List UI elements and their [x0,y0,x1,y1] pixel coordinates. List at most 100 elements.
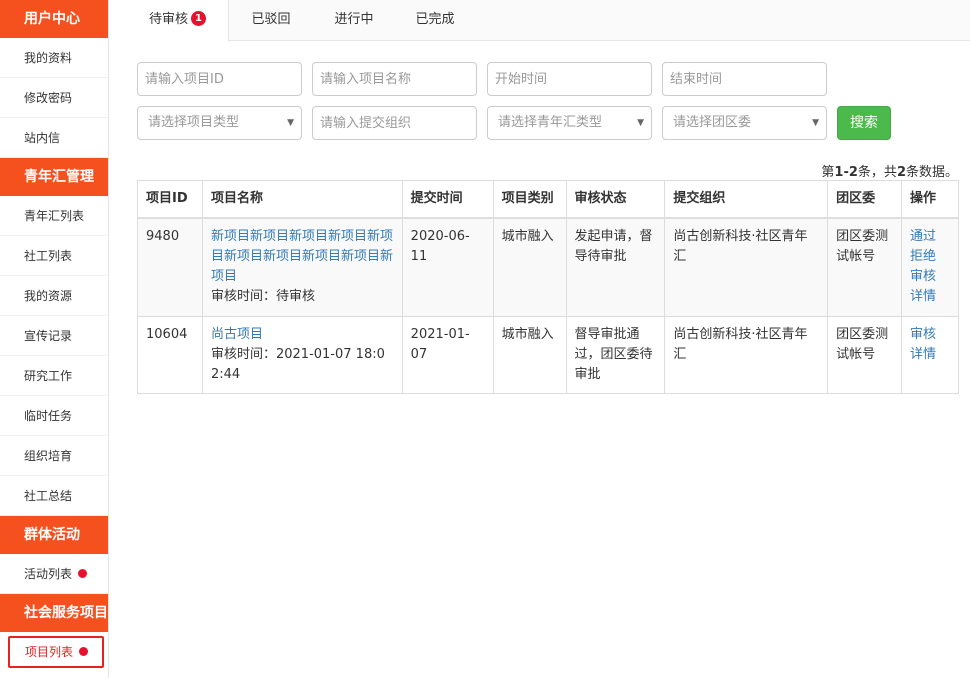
sidebar-item-label: 项目列表 [25,645,74,659]
sidebar-section-user-center: 用户中心 [0,0,108,38]
table-row: 10604 尚古项目 审核时间：2021-01-07 18:02:44 2021… [137,315,959,394]
sidebar-item-inbox[interactable]: 站内信 [0,118,108,158]
select-value: 请选择项目类型 [148,115,240,130]
notification-dot [79,647,89,656]
project-name-link[interactable]: 尚古项目 [211,325,394,345]
caret-down-icon: ▼ [287,118,294,128]
summary-range: 1-2 [834,165,858,180]
tab-rejected[interactable]: 已驳回 [229,0,313,41]
submit-org-input[interactable] [312,106,477,140]
cell-id: 10604 [137,315,203,394]
col-header-org[interactable]: 提交组织 [664,180,829,219]
select-value: 请选择青年汇类型 [498,115,603,130]
tab-in-progress[interactable]: 进行中 [313,0,395,41]
sidebar-item-label: 站内信 [24,131,61,145]
sidebar-item-label: 我的资料 [24,51,73,65]
table-header-row: 项目ID 项目名称 提交时间 项目类别 审核状态 提交组织 团区委 操作 [137,180,959,219]
select-value: 请选择团区委 [673,115,752,130]
table-row: 9480 新项目新项目新项目新项目新项目新项目新项目新项目新项目新项目 审核时间… [137,217,959,317]
sidebar-item-worker-summary[interactable]: 社工总结 [0,476,108,516]
cell-name: 新项目新项目新项目新项目新项目新项目新项目新项目新项目新项目 审核时间：待审核 [201,217,403,317]
sidebar-item-label: 宣传记录 [24,329,73,343]
cell-ops: 审核 详情 [901,315,959,394]
sidebar-item-temp-tasks[interactable]: 临时任务 [0,396,108,436]
tab-label: 待审核 [148,12,188,27]
summary-prefix: 第 [821,165,835,180]
summary-middle: 条，共 [857,165,897,180]
col-header-id[interactable]: 项目ID [137,180,203,219]
sidebar-item-social-worker-list[interactable]: 社工列表 [0,236,108,276]
project-id-input[interactable] [137,62,302,96]
sidebar-item-label: 社工总结 [24,489,73,503]
detail-link[interactable]: 详情 [910,287,950,307]
cell-org: 尚古创新科技·社区青年汇 [664,217,829,317]
status-tabs: 待审核 1 已驳回 进行中 已完成 [127,0,970,42]
cell-submit-time: 2021-01-07 [401,315,494,394]
cell-league: 团区委测试帐号 [827,315,903,394]
sidebar-section-group-activities: 群体活动 [0,516,108,554]
col-header-league[interactable]: 团区委 [827,180,903,219]
sidebar-item-publicity-records[interactable]: 宣传记录 [0,316,108,356]
col-header-name[interactable]: 项目名称 [201,180,403,219]
start-time-input[interactable] [487,62,652,96]
project-type-select[interactable]: 请选择项目类型 ▼ [137,106,302,140]
league-committee-select[interactable]: 请选择团区委 ▼ [662,106,827,140]
review-link[interactable]: 审核 [910,267,950,287]
result-summary: 第1-2条，共2条数据。 [821,161,958,180]
sidebar-item-org-cultivation[interactable]: 组织培育 [0,436,108,476]
col-header-submit-time[interactable]: 提交时间 [401,180,494,219]
project-name-input[interactable] [312,62,477,96]
sidebar-item-label: 社工列表 [24,249,73,263]
cell-status: 发起申请，督导待审批 [565,217,666,317]
cell-name: 尚古项目 审核时间：2021-01-07 18:02:44 [201,315,403,394]
page: 用户中心 我的资料 修改密码 站内信 青年汇管理 青年汇列表 社工列表 我的资源… [0,0,970,678]
review-link[interactable]: 审核 [910,325,950,345]
approve-link[interactable]: 通过 [910,227,950,247]
youth-club-type-select[interactable]: 请选择青年汇类型 ▼ [487,106,652,140]
sidebar-item-research-work[interactable]: 研究工作 [0,356,108,396]
sidebar-item-profile[interactable]: 我的资料 [0,38,108,78]
cell-org: 尚古创新科技·社区青年汇 [664,315,829,394]
col-header-ops: 操作 [901,180,959,219]
project-table: 项目ID 项目名称 提交时间 项目类别 审核状态 提交组织 团区委 操作 948… [137,180,959,394]
cell-league: 团区委测试帐号 [827,217,903,317]
sidebar-item-label: 活动列表 [24,567,73,581]
tab-pending-review[interactable]: 待审核 1 [127,0,229,42]
project-name-link[interactable]: 新项目新项目新项目新项目新项目新项目新项目新项目新项目新项目 [211,227,394,287]
sidebar-item-change-password[interactable]: 修改密码 [0,78,108,118]
cell-category: 城市融入 [492,315,567,394]
tab-completed[interactable]: 已完成 [395,0,475,41]
review-time: 审核时间：2021-01-07 18:02:44 [210,346,385,382]
sidebar-item-project-list[interactable]: 项目列表 [8,636,104,668]
cell-ops: 通过 拒绝 审核 详情 [901,217,959,317]
sidebar-item-youth-club-list[interactable]: 青年汇列表 [0,196,108,236]
search-button[interactable]: 搜索 [837,106,891,140]
col-header-status[interactable]: 审核状态 [565,180,666,219]
sidebar-item-my-resources[interactable]: 我的资源 [0,276,108,316]
sidebar-item-label: 组织培育 [24,449,73,463]
sidebar-item-label: 临时任务 [24,409,73,423]
end-time-input[interactable] [662,62,827,96]
sidebar-item-label: 修改密码 [24,91,73,105]
detail-link[interactable]: 详情 [910,345,950,365]
reject-link[interactable]: 拒绝 [910,247,950,267]
cell-id: 9480 [137,217,203,317]
caret-down-icon: ▼ [812,118,819,128]
sidebar-section-social-service: 社会服务项目 [0,594,108,632]
review-time: 审核时间：待审核 [210,289,315,304]
col-header-category[interactable]: 项目类别 [492,180,567,219]
sidebar-item-label: 青年汇列表 [24,209,85,223]
summary-total: 2 [896,165,906,180]
pending-count-badge: 1 [191,11,206,26]
sidebar: 用户中心 我的资料 修改密码 站内信 青年汇管理 青年汇列表 社工列表 我的资源… [0,0,109,678]
caret-down-icon: ▼ [637,118,644,128]
sidebar-item-label: 研究工作 [24,369,73,383]
summary-suffix: 条数据。 [905,165,958,180]
cell-status: 督导审批通过，团区委待审批 [565,315,666,394]
sidebar-item-activity-list[interactable]: 活动列表 [0,554,108,594]
sidebar-item-label: 我的资源 [24,289,73,303]
notification-dot [78,569,88,578]
sidebar-section-youth-club: 青年汇管理 [0,158,108,196]
cell-submit-time: 2020-06-11 [401,217,494,317]
cell-category: 城市融入 [492,217,567,317]
